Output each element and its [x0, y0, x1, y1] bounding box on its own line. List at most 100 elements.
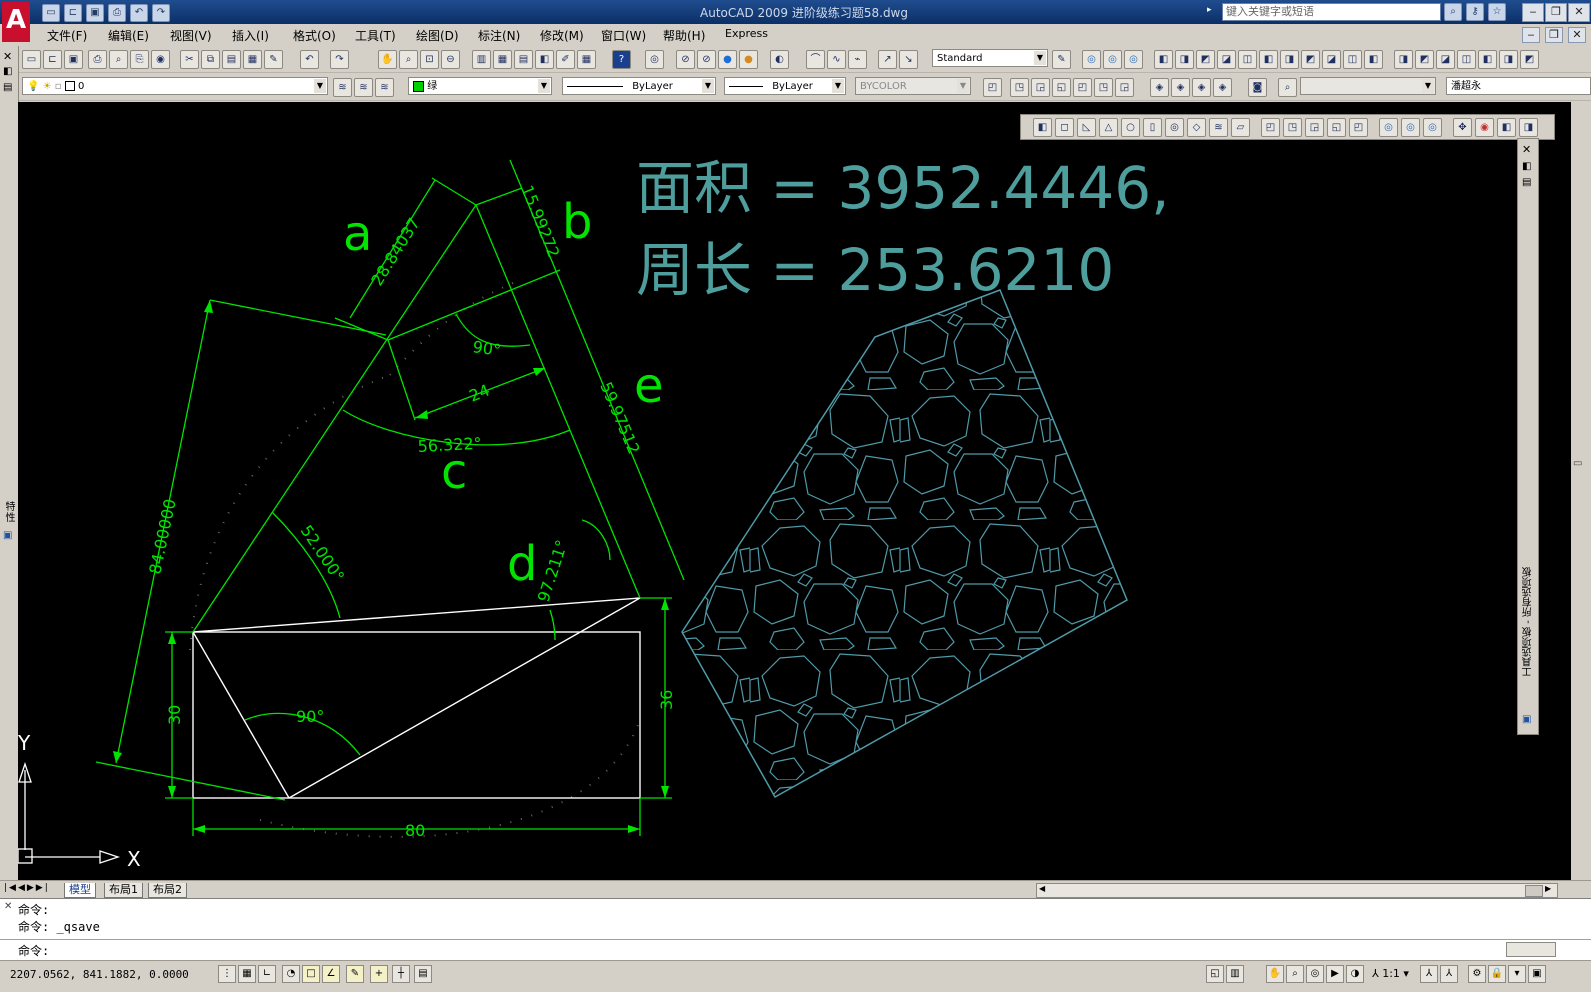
layer-states-icon[interactable]: ≋ — [375, 78, 394, 97]
polar-tracking-icon[interactable]: ◔ — [282, 965, 300, 983]
3d-rotate-icon[interactable]: ◉ — [1475, 118, 1494, 137]
text-style-select[interactable]: Standard ▼ — [932, 49, 1048, 67]
snap-mode-icon[interactable]: ⋮ — [218, 965, 236, 983]
showmotion-icon[interactable]: ▶ — [1326, 965, 1344, 983]
sheet-set-icon[interactable]: ◧ — [535, 50, 554, 69]
scroll-thumb[interactable] — [1525, 885, 1543, 897]
planar-surface-icon[interactable]: ▱ — [1231, 118, 1250, 137]
dynamic-ucs-icon[interactable]: ✎ — [346, 965, 364, 983]
paste-icon[interactable]: ▤ — [222, 50, 241, 69]
maximize-button[interactable]: ❐ — [1545, 3, 1567, 22]
view-sw-iso-icon[interactable]: ◈ — [1150, 78, 1169, 97]
scrollbar-handle-icon[interactable]: ▭ — [1573, 458, 1582, 469]
wedge-icon[interactable]: ◺ — [1077, 118, 1096, 137]
torus-icon[interactable]: ◎ — [1165, 118, 1184, 137]
doc-minimize-button[interactable]: ‒ — [1522, 27, 1540, 43]
zoom-status-icon[interactable]: ⌕ — [1286, 965, 1304, 983]
zoom-window-icon[interactable]: ⊡ — [420, 50, 439, 69]
solid-11-icon[interactable]: ◧ — [1364, 50, 1383, 69]
named-views-icon[interactable]: ⌕ — [1278, 78, 1297, 97]
camera-view-icon[interactable]: ◙ — [1248, 78, 1267, 97]
view-3-icon[interactable]: ◎ — [1124, 50, 1143, 69]
save-file-icon[interactable]: ▣ — [64, 50, 83, 69]
dynamic-input-icon[interactable]: + — [370, 965, 388, 983]
solid-4-icon[interactable]: ◪ — [1217, 50, 1236, 69]
solid-7-icon[interactable]: ◨ — [1280, 50, 1299, 69]
auto-hide-icon[interactable]: ◧ — [3, 66, 12, 77]
close-button[interactable]: ✕ — [1568, 3, 1590, 22]
subscription-icon[interactable]: ⚷ — [1466, 3, 1484, 21]
match-properties-icon[interactable]: ▦ — [243, 50, 262, 69]
modify3d-1-icon[interactable]: ◨ — [1394, 50, 1413, 69]
zoom-previous-icon[interactable]: ⊖ — [441, 50, 460, 69]
view-right-icon[interactable]: ◰ — [1073, 78, 1092, 97]
extrude-icon[interactable]: ◰ — [1261, 118, 1280, 137]
view-se-iso-icon[interactable]: ◈ — [1171, 78, 1190, 97]
cone-icon[interactable]: △ — [1099, 118, 1118, 137]
realistic-icon[interactable]: ● — [718, 50, 737, 69]
auto-add-scale-icon[interactable]: ⅄ — [1440, 965, 1458, 983]
drawing-canvas[interactable]: 28.84037 15.99272 90° 24 59.97512 56.322… — [18, 102, 1571, 880]
solid-5-icon[interactable]: ◫ — [1238, 50, 1257, 69]
plotstyle-select[interactable]: BYCOLOR ▼ — [855, 77, 971, 95]
render-icon[interactable]: ● — [739, 50, 758, 69]
clean-screen-icon[interactable]: ▣ — [1528, 965, 1546, 983]
loft-icon[interactable]: ◰ — [1349, 118, 1368, 137]
model-space-icon[interactable]: ◱ — [1206, 965, 1224, 983]
3d-array-icon[interactable]: ◨ — [1519, 118, 1538, 137]
3d-orbit-icon[interactable]: ◎ — [645, 50, 664, 69]
view-tool-1-icon[interactable]: ◰ — [983, 78, 1002, 97]
search-icon[interactable]: ⌕ — [1444, 3, 1462, 21]
open-file-icon[interactable]: ⊏ — [43, 50, 62, 69]
open-icon[interactable]: ⊏ — [64, 4, 82, 22]
menu-file[interactable]: 文件(F) — [47, 27, 87, 44]
save-icon[interactable]: ▣ — [86, 4, 104, 22]
menu-draw[interactable]: 绘图(D) — [416, 27, 459, 44]
menu-window[interactable]: 窗口(W) — [601, 27, 646, 44]
redo-icon[interactable]: ↷ — [152, 4, 170, 22]
multileader-align-icon[interactable]: ↘ — [899, 50, 918, 69]
plot-icon[interactable]: ⎙ — [88, 50, 107, 69]
command-scrollbar[interactable] — [1506, 942, 1556, 957]
ucs-icon[interactable]: ⊘ — [676, 50, 695, 69]
object-snap-tracking-icon[interactable]: ∠ — [322, 965, 340, 983]
palette-close-icon[interactable]: ✕ — [1522, 143, 1531, 156]
palette-autohide-icon[interactable]: ◧ — [1522, 161, 1531, 172]
intersect-icon[interactable]: ◎ — [1423, 118, 1442, 137]
help-search-input[interactable]: 键入关键字或短语 — [1222, 3, 1441, 21]
cut-icon[interactable]: ✂ — [180, 50, 199, 69]
menu-dimension[interactable]: 标注(N) — [478, 27, 520, 44]
print-icon[interactable]: ⎙ — [108, 4, 126, 22]
subtract-icon[interactable]: ◎ — [1401, 118, 1420, 137]
solid-3-icon[interactable]: ◩ — [1196, 50, 1215, 69]
lineweight-toggle-icon[interactable]: ┼ — [392, 965, 410, 983]
helix-icon[interactable]: ≋ — [1209, 118, 1228, 137]
tool-palette-title[interactable]: 工具选项板 - 所有选项板 — [1521, 567, 1535, 677]
layer-select[interactable]: 💡 ☀ ▫ 0 ▼ — [22, 77, 328, 95]
sphere-icon[interactable]: ○ — [1121, 118, 1140, 137]
union-icon[interactable]: ◎ — [1379, 118, 1398, 137]
modify3d-5-icon[interactable]: ◧ — [1478, 50, 1497, 69]
modify3d-6-icon[interactable]: ◨ — [1499, 50, 1518, 69]
modify3d-4-icon[interactable]: ◫ — [1457, 50, 1476, 69]
lineweight-select[interactable]: ByLayer ▼ — [724, 77, 846, 95]
text-style-icon[interactable]: ✎ — [1052, 50, 1071, 69]
menu-tools[interactable]: 工具(T) — [355, 27, 396, 44]
doc-restore-button[interactable]: ❐ — [1545, 27, 1563, 43]
solid-6-icon[interactable]: ◧ — [1259, 50, 1278, 69]
solid-9-icon[interactable]: ◪ — [1322, 50, 1341, 69]
horizontal-scrollbar[interactable]: ◀ ▶ — [1036, 883, 1558, 898]
tab-model[interactable]: 模型 — [64, 883, 96, 898]
view-left-icon[interactable]: ◱ — [1052, 78, 1071, 97]
block-editor-icon[interactable]: ✎ — [264, 50, 283, 69]
pyramid-icon[interactable]: ◇ — [1187, 118, 1206, 137]
status-tray-icon[interactable]: ▾ — [1508, 965, 1526, 983]
close-icon[interactable]: ✕ — [3, 50, 12, 63]
menu-edit[interactable]: 编辑(E) — [108, 27, 149, 44]
palette-menu-icon[interactable]: ▤ — [1522, 177, 1531, 188]
visual-style-icon[interactable]: ⊘ — [697, 50, 716, 69]
design-center-icon[interactable]: ▦ — [493, 50, 512, 69]
grid-display-icon[interactable]: ▦ — [238, 965, 256, 983]
undo-icon[interactable]: ↶ — [130, 4, 148, 22]
properties-icon[interactable]: ▥ — [472, 50, 491, 69]
